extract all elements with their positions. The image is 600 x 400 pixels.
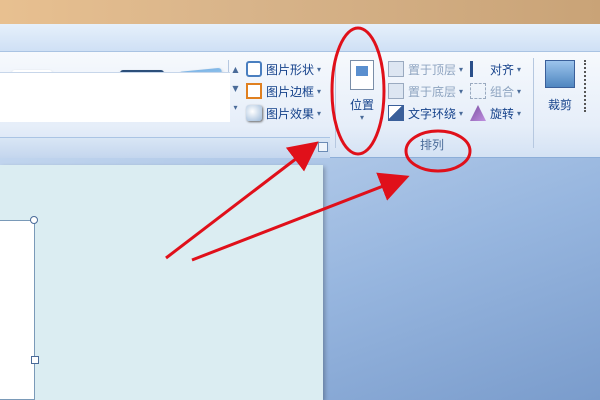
slide-canvas[interactable] — [0, 165, 323, 400]
picture-border-icon — [246, 83, 262, 99]
position-icon — [350, 60, 374, 90]
rotate-button[interactable]: 旋转 ▾ — [470, 102, 530, 124]
size-icon[interactable] — [584, 60, 600, 112]
crop-button[interactable]: 裁剪 — [540, 58, 580, 113]
picture-effects-label: 图片效果 — [266, 106, 315, 121]
picture-border-label: 图片边框 — [266, 84, 315, 99]
bring-to-front-icon — [388, 61, 404, 77]
scroll-up-icon[interactable]: ▲ — [229, 60, 242, 79]
arrange-group-label: 排列 — [420, 138, 445, 152]
picture-border-button[interactable]: 图片边框 ▾ — [246, 80, 332, 102]
align-icon — [470, 61, 486, 77]
picture-shape-icon — [246, 61, 262, 77]
dropdown-arrow-icon: ▾ — [359, 113, 364, 122]
resize-handle[interactable] — [31, 356, 39, 364]
crop-icon — [545, 60, 575, 88]
crop-label: 裁剪 — [547, 98, 572, 112]
group-separator — [335, 58, 336, 148]
rotate-label: 旋转 — [490, 106, 515, 121]
text-wrap-button[interactable]: 文字环绕 ▾ — [388, 102, 472, 124]
send-to-back-icon — [388, 83, 404, 99]
dropdown-arrow-icon: ▾ — [317, 108, 322, 118]
bring-to-front-button[interactable]: 置于顶层 ▾ — [388, 58, 472, 80]
dropdown-arrow-icon: ▾ — [517, 108, 522, 118]
align-label: 对齐 — [490, 62, 515, 77]
dropdown-arrow-icon: ▾ — [517, 64, 522, 74]
bring-to-front-label: 置于顶层 — [408, 62, 457, 77]
position-button[interactable]: 位置 ▾ — [340, 58, 384, 130]
picture-effects-icon — [246, 105, 262, 121]
send-to-back-button[interactable]: 置于底层 ▾ — [388, 80, 472, 102]
align-button[interactable]: 对齐 ▾ — [470, 58, 530, 80]
scroll-down-icon[interactable]: ▼ — [229, 79, 242, 98]
ribbon-group-footer — [0, 137, 330, 158]
rotation-handle[interactable] — [30, 216, 38, 224]
text-wrap-icon — [388, 105, 404, 121]
group-icon — [470, 83, 486, 99]
picture-effects-button[interactable]: 图片效果 ▾ — [246, 102, 332, 124]
picture-style-commands: 图片形状 ▾ 图片边框 ▾ 图片效果 ▾ — [246, 58, 332, 124]
rotate-icon — [470, 105, 486, 121]
dropdown-arrow-icon: ▾ — [517, 86, 522, 96]
ribbon-tab-strip — [0, 24, 600, 52]
picture-shape-label: 图片形状 — [266, 62, 315, 77]
dropdown-arrow-icon: ▾ — [459, 108, 464, 118]
selected-picture[interactable] — [0, 220, 35, 400]
arrange-commands-right: 对齐 ▾ 组合 ▾ 旋转 ▾ — [470, 58, 530, 124]
dropdown-arrow-icon: ▾ — [459, 86, 464, 96]
group-separator — [533, 58, 534, 148]
window-title-strip — [0, 0, 600, 24]
group-button[interactable]: 组合 ▾ — [470, 80, 530, 102]
group-label: 组合 — [490, 84, 515, 99]
dropdown-arrow-icon: ▾ — [317, 86, 322, 96]
arrange-commands: 置于顶层 ▾ 置于底层 ▾ 文字环绕 ▾ — [388, 58, 472, 124]
dropdown-arrow-icon: ▾ — [459, 64, 464, 74]
more-icon[interactable]: ▾ — [229, 98, 242, 117]
picture-shape-button[interactable]: 图片形状 ▾ — [246, 58, 332, 80]
ribbon-gallery-field — [0, 72, 230, 122]
text-wrap-label: 文字环绕 — [408, 106, 457, 121]
position-label: 位置 — [349, 98, 374, 112]
gallery-scroll[interactable]: ▲ ▼ ▾ — [228, 60, 242, 118]
dropdown-arrow-icon: ▾ — [317, 64, 322, 74]
send-to-back-label: 置于底层 — [408, 84, 457, 99]
dialog-launcher-icon[interactable] — [318, 142, 328, 152]
